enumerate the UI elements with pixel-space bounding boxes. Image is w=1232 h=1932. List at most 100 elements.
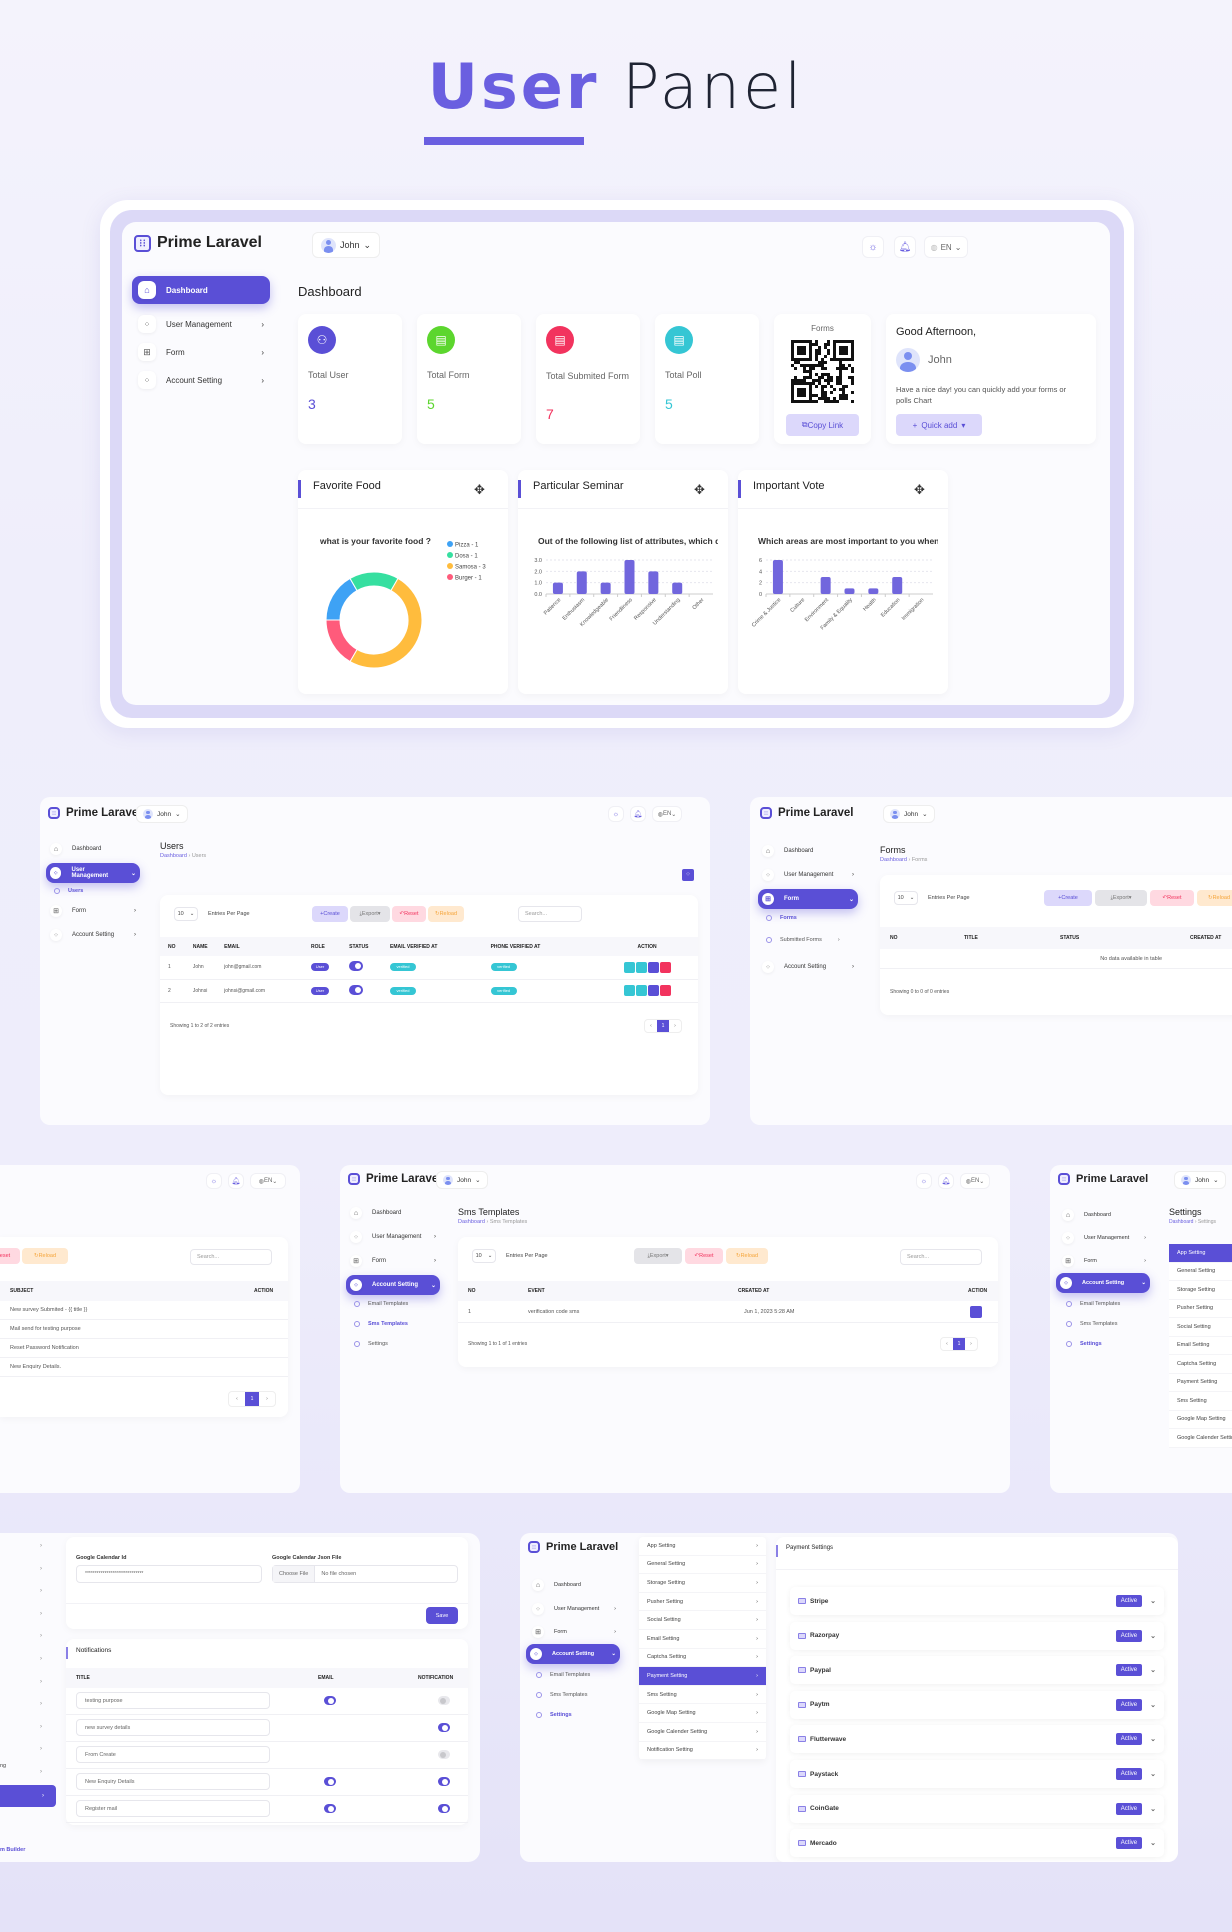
sidebar-item-account-setting[interactable]: ⁘ Account Setting ⌄ [526,1644,620,1664]
status-badge[interactable]: Active [1115,1802,1143,1815]
settings-menu-item[interactable]: Captcha Setting › [639,1649,766,1668]
json-file-input[interactable]: Choose File No file chosen [272,1565,458,1583]
payment-gateway-paypal[interactable]: Paypal Active ⌄ [790,1656,1164,1685]
reload-button[interactable]: ↻ Reload [1197,890,1232,906]
next-page-button[interactable]: › [669,1020,681,1032]
language-select[interactable]: ◍ EN ⌄ [960,1173,990,1189]
theme-toggle-button[interactable]: ☼ [862,236,884,258]
settings-item-active[interactable]: › [0,1785,56,1807]
sidebar-sub-forms[interactable]: Forms [766,915,797,921]
sidebar-sub-sms-templates[interactable]: Sms Templates [354,1321,408,1327]
status-badge[interactable]: Active [1115,1595,1143,1607]
edit-button[interactable] [970,1306,982,1318]
form-builder-link[interactable]: m Builder [0,1847,25,1853]
sidebar-sub-settings[interactable]: Settings [354,1341,388,1347]
status-badge[interactable]: Active [1115,1837,1143,1850]
quick-add-button[interactable]: + Quick add ▾ [896,414,982,436]
user-menu[interactable]: John ⌄ [436,1171,488,1189]
sidebar-item-dashboard[interactable]: ⌂ Dashboard [528,1575,620,1595]
sidebar-item-form[interactable]: ⊞ Form › [346,1251,440,1271]
sidebar-item-form[interactable]: ⊞ Form › [132,338,270,366]
delete-button[interactable] [660,961,672,973]
sidebar-sub-sms-templates[interactable]: Sms Templates [536,1692,588,1698]
email-toggle[interactable] [324,1777,336,1786]
breadcrumb-link[interactable]: Dashboard [458,1219,485,1225]
page-1-button[interactable]: 1 [953,1338,965,1350]
chevron-down-icon[interactable]: ⌄ [1150,1805,1156,1813]
notifications-button[interactable]: 🔔︎ [228,1173,244,1189]
chevron-down-icon[interactable]: ⌄ [1150,1839,1156,1847]
notification-title-input[interactable]: From Create [76,1746,270,1763]
view-button[interactable] [624,985,636,996]
col-no[interactable]: NO [890,935,898,941]
col-email-verified[interactable]: EMAIL VERIFIED AT [390,937,491,956]
export-button[interactable]: ⤓ Export ▾ [634,1248,682,1264]
language-select[interactable]: ◍ EN ⌄ [250,1173,286,1189]
create-button[interactable]: + Create [312,906,348,922]
notification-title-input[interactable]: New Enquiry Details [76,1773,270,1790]
search-input[interactable]: Search... [518,906,582,922]
user-menu[interactable]: John ⌄ [136,805,188,823]
search-input[interactable]: Search... [190,1249,272,1265]
settings-menu-item[interactable]: Email Setting [1169,1337,1232,1355]
sidebar-sub-email-templates[interactable]: Email Templates [1066,1301,1120,1307]
notification-toggle[interactable] [438,1750,450,1759]
chevron-down-icon[interactable]: ⌄ [1150,1701,1156,1709]
settings-menu-item[interactable]: Sms Setting › [639,1686,766,1705]
theme-toggle-button[interactable]: ☼ [608,806,624,822]
settings-menu-item[interactable]: Payment Setting › [639,1667,766,1686]
drag-handle-icon[interactable]: ✥ [694,482,705,498]
settings-menu-item[interactable]: Google Map Setting [1169,1411,1232,1429]
choose-file-button[interactable]: Choose File [273,1566,316,1582]
drag-handle-icon[interactable]: ✥ [914,482,925,498]
status-badge[interactable]: Active [1115,1733,1143,1746]
user-menu[interactable]: John ⌄ [883,805,935,823]
reset-button[interactable]: ↶ Reset [685,1248,723,1264]
reload-button[interactable]: ↻ Reload [22,1248,68,1264]
settings-menu-item[interactable]: Storage Setting [1169,1281,1232,1300]
settings-menu-item[interactable]: Social Setting › [639,1611,766,1630]
sidebar-item-dashboard[interactable]: ⌂ Dashboard [758,841,858,861]
prev-page-button[interactable]: ‹ [229,1392,245,1406]
status-toggle[interactable] [349,961,364,972]
sidebar-item-user-management[interactable]: ⁘ User Management › [528,1599,620,1619]
notification-title-input[interactable]: Register mail [76,1800,270,1817]
settings-menu-item[interactable]: Pusher Setting › [639,1593,766,1612]
sidebar-sub-submitted-forms[interactable]: Submitted Forms › [766,937,840,943]
reset-button[interactable]: Reset [0,1248,20,1264]
sidebar-item-dashboard[interactable]: ⌂ Dashboard [1058,1205,1150,1225]
notification-toggle[interactable] [438,1777,450,1786]
breadcrumb-link[interactable]: Dashboard [880,857,907,863]
export-button[interactable]: ⤓ Export ▾ [1095,890,1147,906]
column-toggle-button[interactable]: ⁘ [682,869,694,881]
prev-page-button[interactable]: ‹ [645,1020,657,1032]
chevron-down-icon[interactable]: ⌄ [1150,1666,1156,1674]
sidebar-item-account-setting[interactable]: ⁘ Account Setting ⌄ [346,1275,440,1295]
notifications-button[interactable]: 🔔︎ [938,1173,954,1189]
sidebar-item-account-setting[interactable]: ⁘ Account Setting ⌄ [1056,1273,1150,1293]
col-subject[interactable]: SUBJECT [10,1288,33,1294]
prev-page-button[interactable]: ‹ [941,1338,953,1350]
settings-menu-item[interactable]: Storage Setting › [639,1574,766,1593]
sidebar-item-user-management[interactable]: ⁘ User Management › [758,865,858,885]
email-toggle[interactable] [324,1696,336,1705]
col-role[interactable]: ROLE [310,937,350,956]
notification-title-input[interactable]: testing purpose [76,1692,270,1709]
settings-menu-item[interactable]: Social Setting [1169,1318,1232,1337]
settings-menu-item[interactable]: Email Setting › [639,1630,766,1649]
entries-select[interactable]: 10 ⌄ [472,1249,496,1263]
settings-menu-item[interactable]: Google Calender Setting [1169,1429,1232,1448]
status-toggle[interactable] [349,984,364,995]
sidebar-item-account-setting[interactable]: ⁘ Account Setting › [132,366,270,394]
sidebar-item-user-management[interactable]: ⁘ User Management › [1058,1228,1150,1248]
settings-menu-item[interactable]: Pusher Setting [1169,1300,1232,1318]
status-badge[interactable]: Active [1115,1768,1143,1780]
notification-toggle[interactable] [438,1696,450,1705]
sidebar-item-form[interactable]: ⊞ Form ⌄ [758,889,858,909]
theme-toggle-button[interactable]: ☼ [206,1173,222,1189]
sidebar-sub-sms-templates[interactable]: Sms Templates [1066,1321,1118,1327]
col-no[interactable]: NO [468,1288,476,1294]
next-page-button[interactable]: › [259,1392,275,1406]
drag-handle-icon[interactable]: ✥ [474,482,485,498]
language-select[interactable]: ◍ EN ⌄ [924,236,968,258]
